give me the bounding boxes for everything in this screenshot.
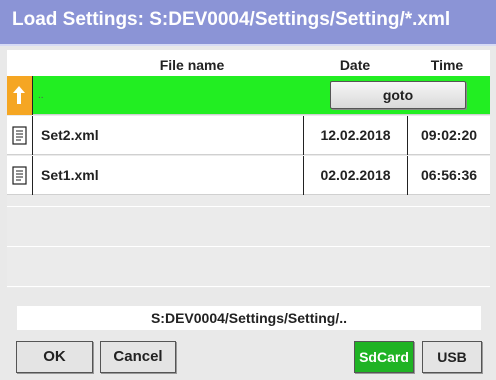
cancel-button[interactable]: Cancel	[100, 341, 176, 373]
column-header-file-name: File name	[159, 57, 225, 73]
file-row[interactable]: Set1.xml 02.02.2018 06:56:36	[7, 156, 490, 195]
file-time: 09:02:20	[420, 127, 478, 143]
folder-up-arrow-icon	[7, 76, 33, 115]
file-date: 02.02.2018	[303, 156, 408, 195]
current-path: S:DEV0004/Settings/Setting/..	[17, 306, 481, 330]
file-time: 06:56:36	[420, 167, 478, 183]
title-bar: Load Settings: S:DEV0004/Settings/Settin…	[0, 0, 496, 46]
empty-row-divider	[7, 206, 490, 207]
ok-button[interactable]: OK	[16, 341, 93, 373]
parent-directory-row[interactable]: .. goto	[7, 76, 490, 115]
empty-row-divider	[7, 246, 490, 247]
file-list: .. goto Set2.xml 12.02.2018 09:02:20 Set…	[7, 76, 490, 288]
usb-button[interactable]: USB	[422, 341, 482, 373]
file-name: Set1.xml	[41, 167, 99, 183]
page-title: Load Settings: S:DEV0004/Settings/Settin…	[12, 9, 451, 30]
document-icon	[7, 156, 33, 195]
goto-button[interactable]: goto	[330, 81, 466, 109]
column-header-date: Date	[339, 57, 371, 73]
file-name: Set2.xml	[41, 127, 99, 143]
empty-row-divider	[7, 286, 490, 287]
column-header-time: Time	[430, 57, 464, 73]
load-settings-screen: Load Settings: S:DEV0004/Settings/Settin…	[0, 0, 496, 380]
document-icon	[7, 116, 33, 155]
file-row[interactable]: Set2.xml 12.02.2018 09:02:20	[7, 116, 490, 155]
file-date: 12.02.2018	[303, 116, 408, 155]
parent-directory-label: ..	[38, 90, 44, 101]
file-list-header: File name Date Time	[7, 50, 490, 76]
sdcard-button[interactable]: SdCard	[354, 341, 414, 373]
